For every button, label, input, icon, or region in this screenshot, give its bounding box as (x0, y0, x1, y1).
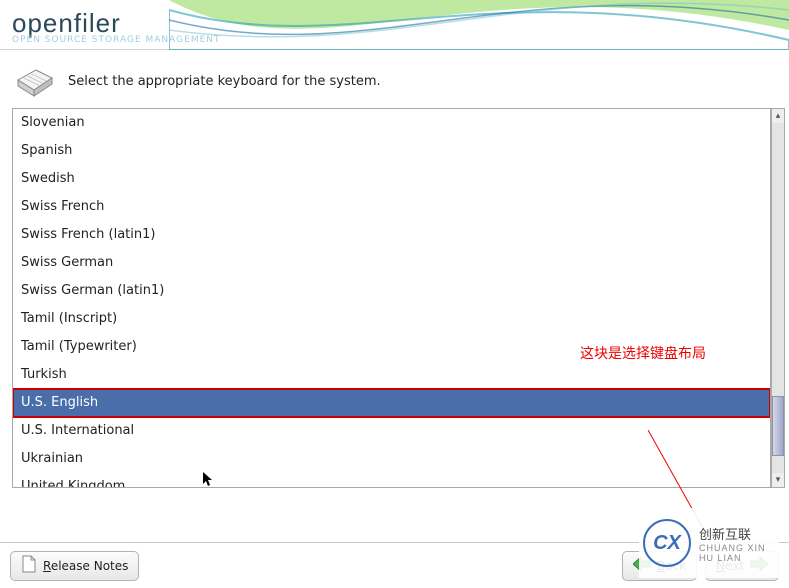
keyboard-option[interactable]: Swedish (13, 165, 770, 193)
keyboard-option[interactable]: Tamil (Inscript) (13, 305, 770, 333)
scroll-down-button[interactable]: ▾ (772, 473, 784, 487)
watermark-sub: CHUANG XIN HU LIAN (699, 543, 775, 563)
keyboard-option[interactable]: U.S. International (13, 417, 770, 445)
logo-text: openfiler (12, 8, 121, 38)
scroll-thumb[interactable] (772, 396, 784, 456)
logo-tagline: OPEN SOURCE STORAGE MANAGEMENT (12, 35, 221, 45)
keyboard-option[interactable]: Spanish (13, 137, 770, 165)
release-notes-label: Release Notes (43, 559, 128, 573)
keyboard-option[interactable]: Swiss German (13, 249, 770, 277)
header-banner: openfiler OPEN SOURCE STORAGE MANAGEMENT (0, 0, 789, 50)
keyboard-option[interactable]: Swiss French (13, 193, 770, 221)
prompt-text: Select the appropriate keyboard for the … (68, 74, 381, 89)
keyboard-option[interactable]: Swiss German (latin1) (13, 277, 770, 305)
keyboard-option[interactable]: Swiss French (latin1) (13, 221, 770, 249)
keyboard-list[interactable]: SlovenianSpanishSwedishSwiss FrenchSwiss… (12, 108, 771, 488)
watermark-logo-icon: CX (643, 519, 691, 567)
prompt-row: Select the appropriate keyboard for the … (0, 50, 789, 108)
scroll-up-button[interactable]: ▴ (772, 109, 784, 123)
keyboard-option[interactable]: United Kingdom (13, 473, 770, 488)
keyboard-list-container: SlovenianSpanishSwedishSwiss FrenchSwiss… (12, 108, 785, 488)
document-icon (21, 555, 37, 576)
scroll-track[interactable] (772, 123, 784, 473)
keyboard-icon (12, 64, 56, 98)
logo: openfiler OPEN SOURCE STORAGE MANAGEMENT (12, 8, 221, 45)
release-notes-button[interactable]: Release Notes (10, 551, 139, 581)
watermark-mark: CX (653, 532, 681, 555)
header-swirl-art (169, 0, 789, 50)
keyboard-option[interactable]: Slovenian (13, 109, 770, 137)
scrollbar[interactable]: ▴ ▾ (771, 108, 785, 488)
annotation-text: 这块是选择键盘布局 (580, 343, 706, 363)
keyboard-option[interactable]: Ukrainian (13, 445, 770, 473)
watermark-brand: 创新互联 (699, 524, 775, 543)
keyboard-option[interactable]: U.S. English (13, 389, 770, 417)
keyboard-option[interactable]: Turkish (13, 361, 770, 389)
watermark: CX 创新互联 CHUANG XIN HU LIAN (639, 508, 779, 578)
